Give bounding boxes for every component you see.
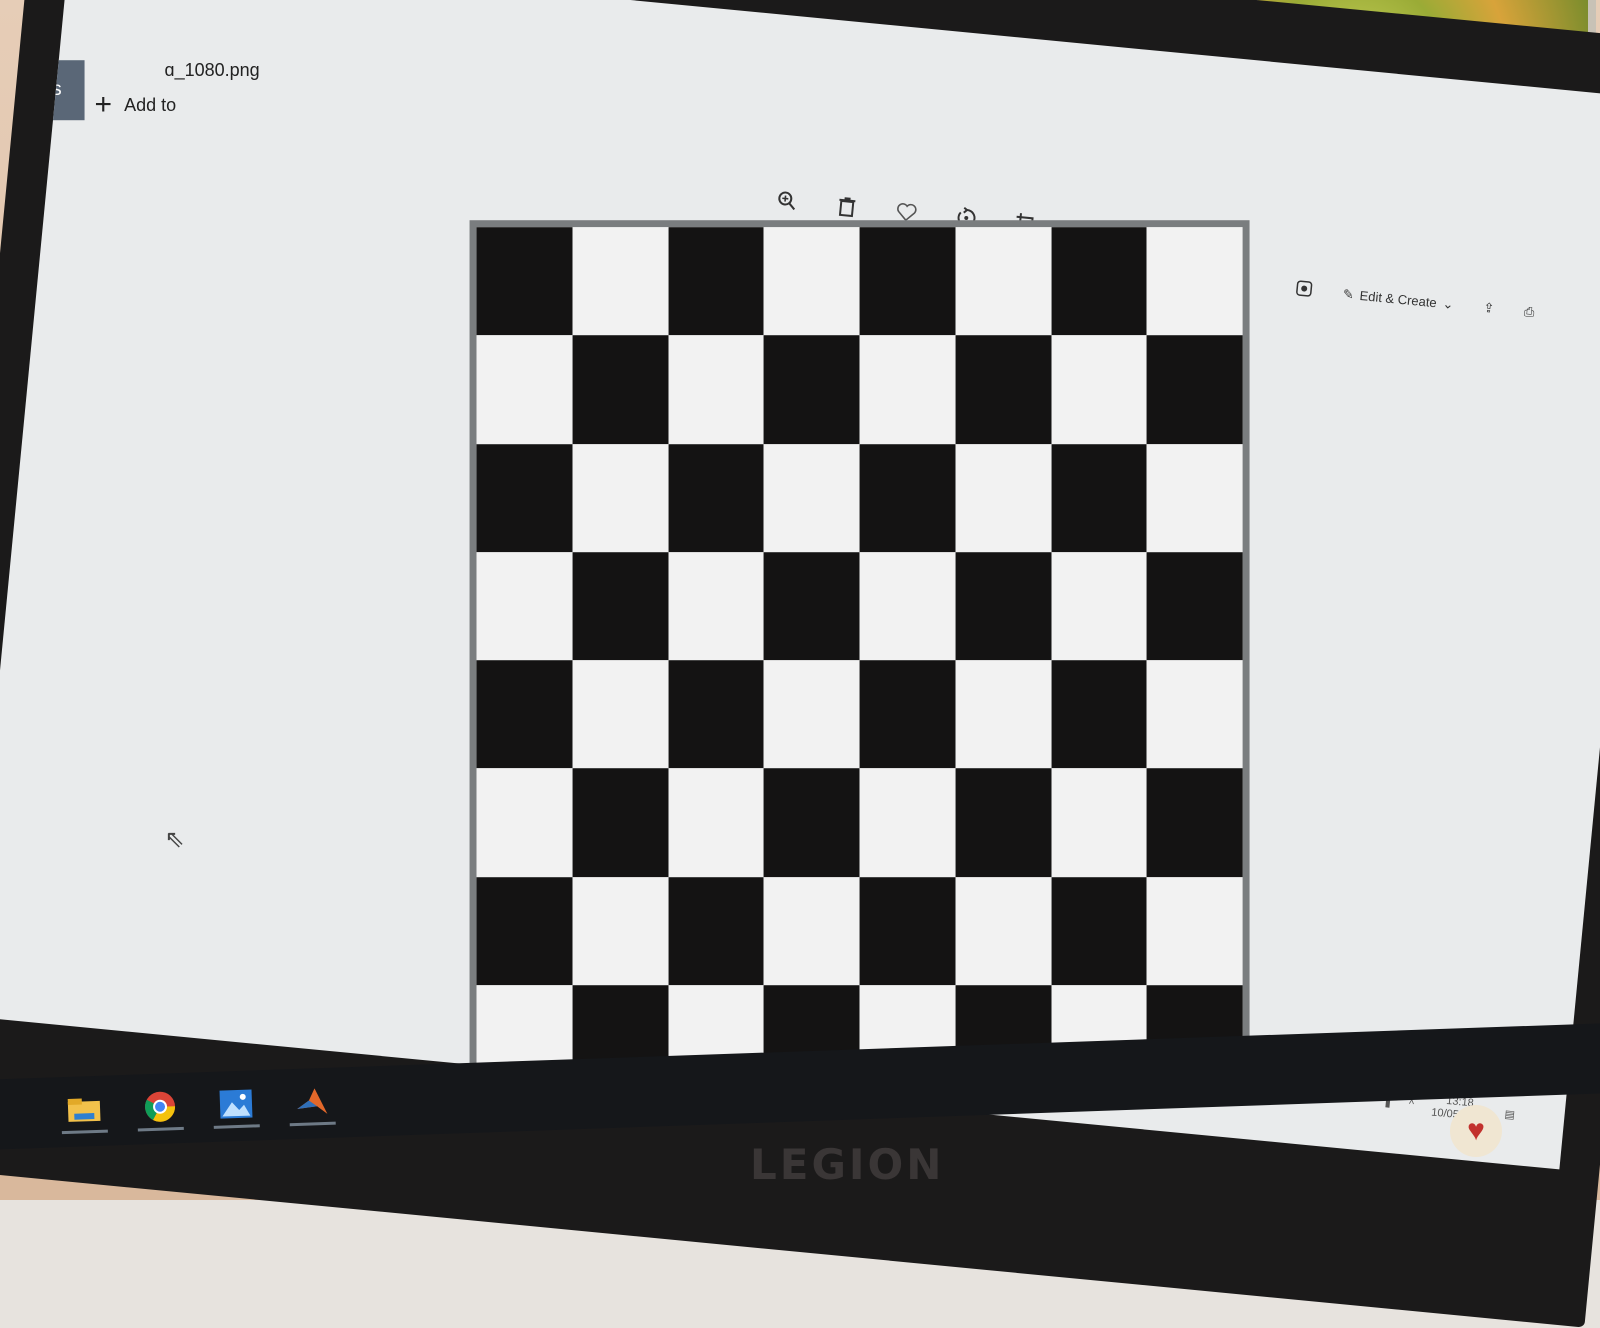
board-square-light — [572, 660, 669, 769]
board-square-light — [572, 227, 669, 336]
board-square-light — [763, 227, 860, 336]
board-square-light — [763, 660, 860, 769]
add-to-label: Add to — [124, 94, 177, 115]
monitor-brand-logo: LEGION — [750, 1140, 945, 1189]
board-square-dark — [763, 551, 860, 661]
board-square-dark — [572, 768, 669, 877]
board-square-light — [572, 443, 669, 552]
board-square-dark — [1051, 660, 1147, 769]
board-square-dark — [1051, 443, 1147, 552]
board-square-dark — [572, 551, 669, 661]
board-square-light — [859, 551, 956, 661]
board-square-dark — [859, 227, 956, 336]
board-square-light — [1051, 335, 1147, 444]
print-icon[interactable]: ⎙ — [1523, 303, 1535, 320]
image-frame — [469, 220, 1250, 1101]
file-name: ɑ_1080.png — [164, 60, 260, 81]
spot-fix-icon[interactable] — [1294, 279, 1314, 302]
board-square-light — [668, 551, 764, 661]
edit-create-icon: ✎ — [1342, 285, 1355, 302]
board-square-dark — [476, 227, 573, 336]
board-square-light — [859, 768, 956, 877]
board-square-dark — [572, 335, 669, 444]
file-explorer-icon[interactable] — [60, 1087, 108, 1135]
matlab-icon[interactable] — [288, 1079, 336, 1127]
board-square-dark — [1146, 551, 1243, 661]
board-square-dark — [955, 551, 1052, 661]
board-square-dark — [955, 768, 1052, 877]
taskbar-apps — [60, 1079, 336, 1135]
chrome-icon[interactable] — [136, 1084, 184, 1132]
edit-create-label: Edit & Create — [1358, 287, 1438, 311]
board-square-light — [668, 768, 764, 877]
board-square-dark — [668, 227, 764, 336]
board-square-dark — [1051, 227, 1147, 336]
right-toolbar: ✎ Edit & Create ⌄ ⇪ ⎙ — [1294, 279, 1535, 323]
board-square-dark — [859, 443, 956, 552]
board-square-light — [1146, 876, 1243, 985]
chevron-down-icon: ⌄ — [1441, 295, 1455, 312]
board-square-light — [955, 227, 1052, 336]
plus-icon: + — [94, 88, 113, 122]
board-square-light — [1146, 660, 1243, 769]
board-square-light — [476, 768, 573, 877]
board-square-light — [955, 443, 1052, 552]
board-square-light — [859, 335, 956, 444]
board-square-dark — [668, 660, 764, 769]
board-square-dark — [955, 335, 1052, 444]
edit-create-button[interactable]: ✎ Edit & Create ⌄ — [1342, 286, 1454, 313]
board-square-dark — [859, 876, 956, 985]
board-square-light — [476, 551, 573, 661]
mouse-cursor-icon: ⇖ — [164, 826, 185, 854]
board-square-light — [668, 335, 764, 444]
board-square-dark — [668, 876, 764, 985]
share-icon[interactable]: ⇪ — [1483, 299, 1495, 316]
board-square-light — [763, 876, 860, 985]
board-square-dark — [668, 443, 764, 552]
board-square-light — [1146, 443, 1243, 552]
board-square-light — [763, 443, 860, 552]
board-square-dark — [1146, 335, 1243, 444]
zoom-in-icon[interactable] — [774, 188, 800, 214]
board-square-light — [955, 660, 1052, 769]
screen: photos ɑ_1080.png + Add to ✎ Edit & Crea… — [0, 0, 1600, 1170]
board-square-light — [955, 876, 1052, 985]
heart-sticker-icon: ♥ — [1450, 1105, 1502, 1157]
board-square-dark — [1146, 768, 1243, 877]
board-square-dark — [1051, 876, 1147, 985]
notification-icon[interactable]: ▤ — [1504, 1107, 1516, 1121]
delete-icon[interactable] — [834, 193, 860, 219]
board-square-dark — [859, 660, 956, 769]
board-square-dark — [763, 335, 860, 444]
board-square-light — [572, 876, 669, 985]
board-square-dark — [476, 876, 573, 985]
chessboard-image — [476, 227, 1243, 1094]
chevron-up-icon[interactable]: ^ — [1408, 1098, 1414, 1110]
add-to-button[interactable]: + Add to — [94, 88, 177, 122]
photos-app: photos ɑ_1080.png + Add to ✎ Edit & Crea… — [0, 60, 1595, 1135]
board-square-light — [476, 335, 573, 444]
board-square-dark — [763, 768, 860, 877]
board-square-dark — [476, 660, 573, 769]
photos-app-icon[interactable] — [212, 1082, 260, 1129]
board-square-light — [1051, 768, 1147, 877]
board-square-dark — [476, 443, 573, 552]
board-square-light — [1051, 551, 1147, 661]
board-square-light — [1146, 227, 1243, 336]
